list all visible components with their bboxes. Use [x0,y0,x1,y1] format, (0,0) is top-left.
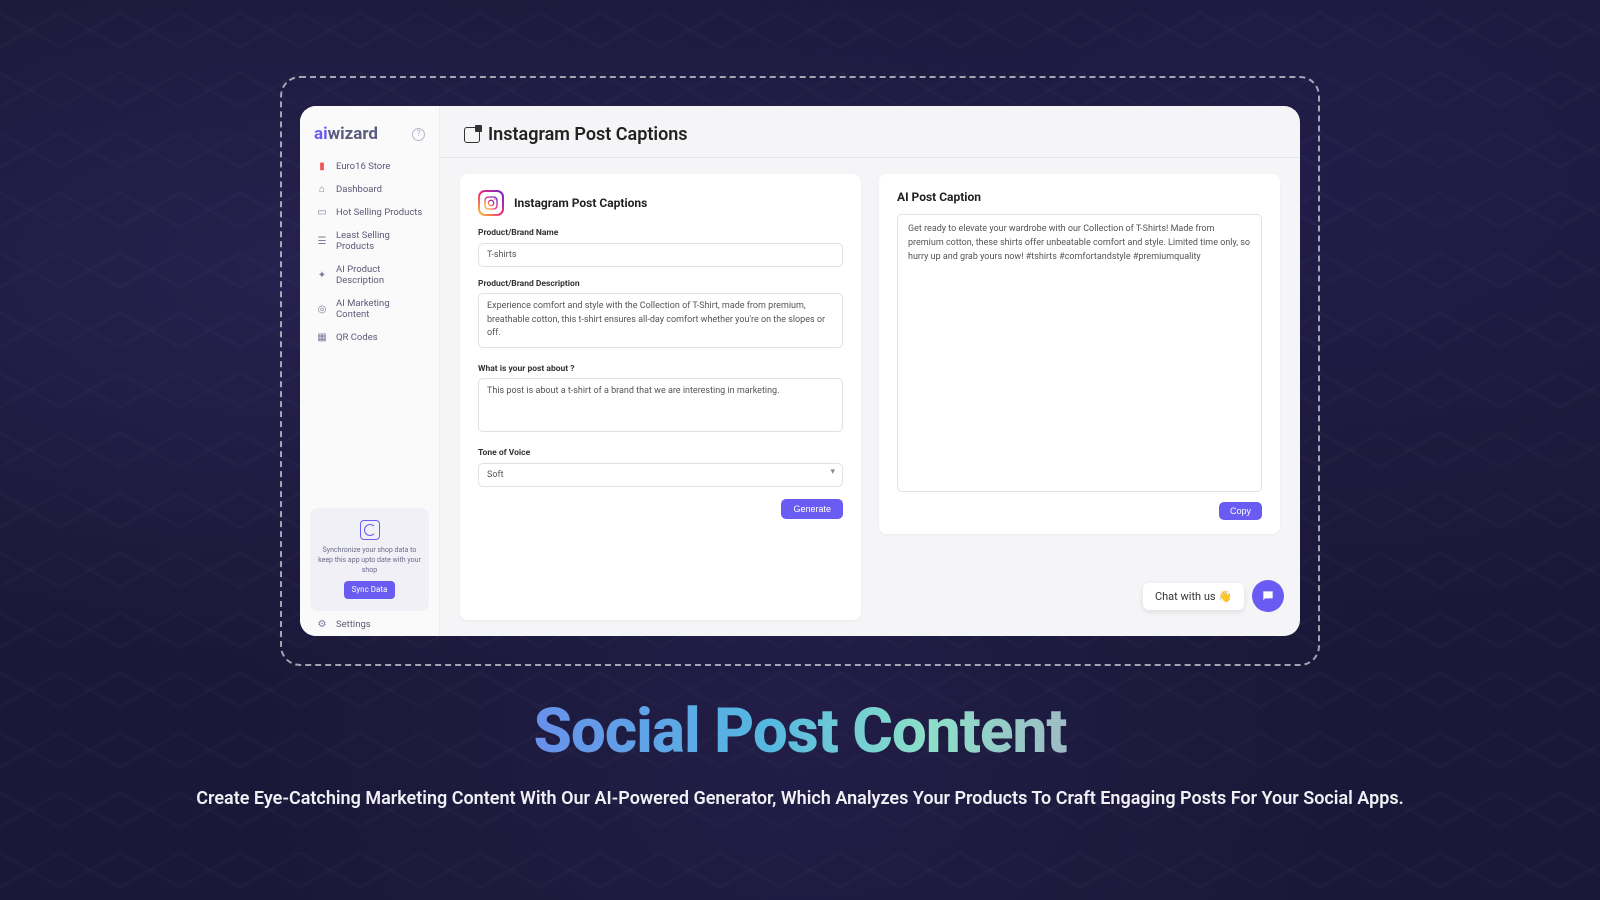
sync-data-button[interactable]: Sync Data [344,581,396,598]
spark-icon: ✦ [316,270,328,281]
sidebar-item-label: Least Selling Products [336,230,423,252]
gear-icon: ⚙ [316,619,328,630]
chat-label[interactable]: Chat with us 👋 [1143,583,1244,610]
sidebar-settings[interactable]: ⚙ Settings [310,611,429,636]
hero-title: Social Post Content [0,695,1600,768]
sidebar-item-label: Hot Selling Products [336,207,422,218]
qr-icon: ▦ [316,332,328,343]
logo: aiwizard ? [310,116,429,156]
copy-button[interactable]: Copy [1219,502,1262,520]
product-desc-input[interactable] [478,293,843,348]
output-title: AI Post Caption [897,190,1262,204]
sidebar-item-hot-selling[interactable]: ▭ Hot Selling Products [310,202,429,223]
logo-wizard: wizard [328,124,378,144]
post-about-input[interactable] [478,378,843,433]
sidebar-item-qr-codes[interactable]: ▦ QR Codes [310,327,429,348]
sidebar-item-label: Dashboard [336,184,382,195]
sidebar-item-label: QR Codes [336,332,378,343]
product-desc-label: Product/Brand Description [478,279,843,289]
sidebar-item-least-selling[interactable]: ☰ Least Selling Products [310,225,429,257]
hero-subtitle: Create Eye-Catching Marketing Content Wi… [0,788,1600,809]
sync-icon [360,520,380,540]
output-card: AI Post Caption Get ready to elevate you… [879,174,1280,534]
sidebar-settings-label: Settings [336,619,371,630]
post-about-label: What is your post about ? [478,364,843,374]
target-icon: ◎ [316,304,328,315]
tone-select[interactable] [478,463,843,487]
page-header: Instagram Post Captions [440,106,1300,158]
instagram-icon [478,190,504,216]
generate-button[interactable]: Generate [781,499,843,519]
nav: ▮ Euro16 Store ⌂ Dashboard ▭ Hot Selling… [310,156,429,348]
main: Instagram Post Captions Instagram Post C… [440,106,1300,636]
product-name-input[interactable] [478,243,843,267]
output-text: Get ready to elevate your wardrobe with … [897,214,1262,492]
form-header: Instagram Post Captions [478,190,843,216]
chat-widget: Chat with us 👋 [1143,580,1284,612]
field-product-description: Product/Brand Description [478,279,843,352]
sidebar-item-dashboard[interactable]: ⌂ Dashboard [310,179,429,200]
field-post-about: What is your post about ? [478,364,843,437]
sidebar: aiwizard ? ▮ Euro16 Store ⌂ Dashboard ▭ … [300,106,440,636]
app-window: aiwizard ? ▮ Euro16 Store ⌂ Dashboard ▭ … [300,106,1300,636]
chat-fab[interactable] [1252,580,1284,612]
sidebar-item-label: AI Product Description [336,264,423,286]
sidebar-item-ai-product-description[interactable]: ✦ AI Product Description [310,259,429,291]
form-card: Instagram Post Captions Product/Brand Na… [460,174,861,620]
sync-card: Synchronize your shop data to keep this … [310,508,429,611]
tone-label: Tone of Voice [478,448,843,458]
sync-text: Synchronize your shop data to keep this … [318,546,421,575]
list-icon: ☰ [316,236,328,247]
sidebar-store-label: Euro16 Store [336,161,390,172]
sidebar-item-ai-marketing-content[interactable]: ◎ AI Marketing Content [310,293,429,325]
form-title: Instagram Post Captions [514,196,647,210]
help-icon[interactable]: ? [412,128,425,141]
home-icon: ⌂ [316,184,328,195]
sidebar-store[interactable]: ▮ Euro16 Store [310,156,429,177]
card-icon: ▭ [316,207,328,218]
field-tone: Tone of Voice [478,448,843,487]
product-name-label: Product/Brand Name [478,228,843,238]
sidebar-item-label: AI Marketing Content [336,298,423,320]
field-product-name: Product/Brand Name [478,228,843,267]
store-icon: ▮ [316,161,328,172]
caption-icon [464,127,480,143]
content-row: Instagram Post Captions Product/Brand Na… [440,158,1300,636]
logo-ai: ai [314,124,328,144]
page-title: Instagram Post Captions [488,124,688,145]
